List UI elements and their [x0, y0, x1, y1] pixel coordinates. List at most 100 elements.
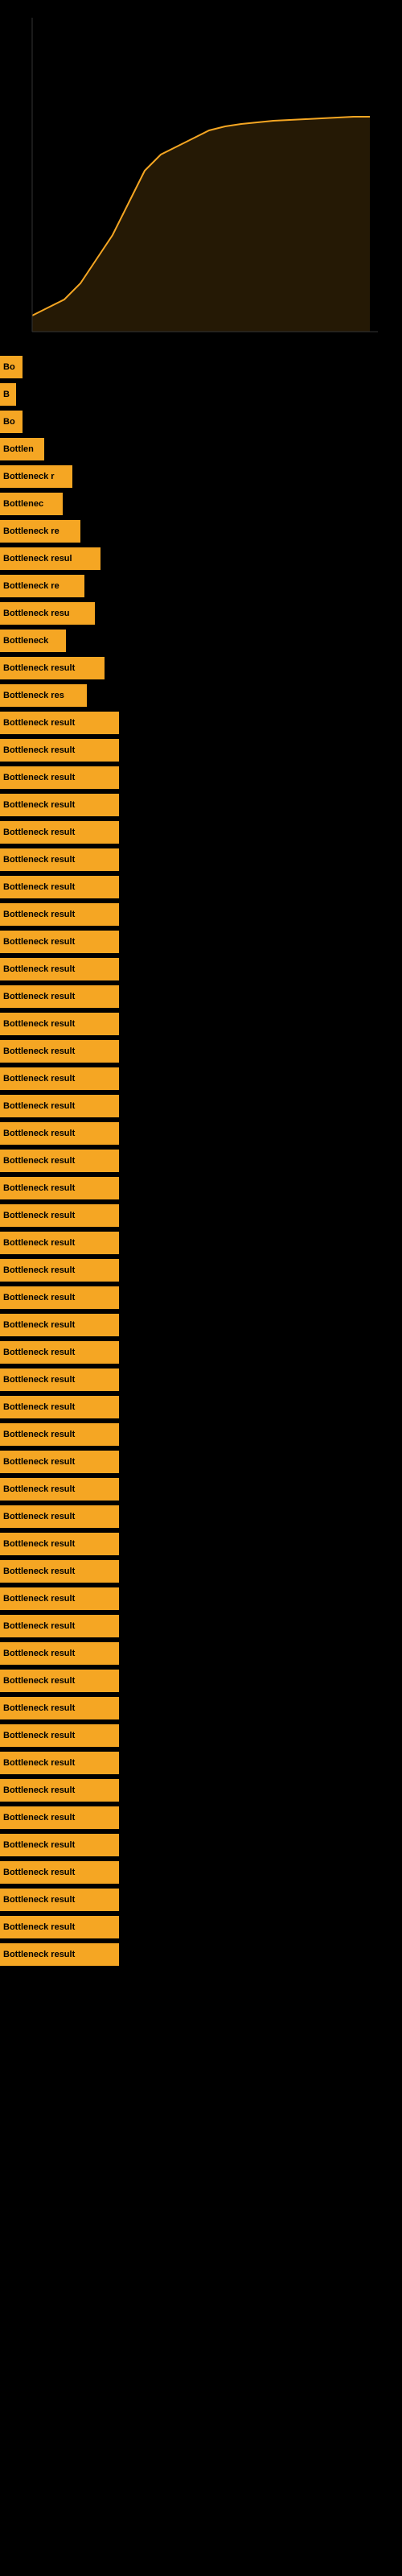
growing-bar: Bottleneck: [0, 630, 66, 652]
bottleneck-result-bar: Bottleneck result: [0, 1451, 119, 1473]
site-title: [0, 0, 402, 10]
result-bar-item: Bottleneck result: [0, 1670, 402, 1692]
growing-bar: Bottleneck res: [0, 684, 87, 707]
bottleneck-result-bar: Bottleneck result: [0, 1013, 119, 1035]
bottleneck-result-bar: Bottleneck result: [0, 985, 119, 1008]
result-bar-item: Bottleneck result: [0, 1451, 402, 1473]
growing-bar-item: Bottleneck r: [0, 465, 402, 488]
result-bar-item: Bottleneck result: [0, 1341, 402, 1364]
bottleneck-result-bar: Bottleneck result: [0, 1834, 119, 1856]
result-bar-item: Bottleneck result: [0, 1204, 402, 1227]
result-bar-item: Bottleneck result: [0, 876, 402, 898]
growing-bar-item: Bo: [0, 411, 402, 433]
growing-bar: Bottleneck re: [0, 575, 84, 597]
bottleneck-result-bar: Bottleneck result: [0, 1067, 119, 1090]
bottleneck-result-bar: Bottleneck result: [0, 1423, 119, 1446]
chart-area: [0, 10, 402, 356]
growing-bar: Bo: [0, 411, 23, 433]
page-wrapper: Bo B Bo Bottlen Bottleneck r Bottlenec Bottlen…: [0, 0, 402, 1966]
bottleneck-result-bar: Bottleneck result: [0, 1889, 119, 1911]
result-bar-item: Bottleneck result: [0, 1560, 402, 1583]
bottleneck-result-bar: Bottleneck result: [0, 1533, 119, 1555]
result-bar-item: Bottleneck result: [0, 1916, 402, 1938]
bottleneck-result-bar: Bottleneck result: [0, 1861, 119, 1884]
bottleneck-result-bar: Bottleneck result: [0, 903, 119, 926]
growing-bar-item: Bottleneck: [0, 630, 402, 652]
bottleneck-result-bar: Bottleneck result: [0, 1368, 119, 1391]
result-bar-item: Bottleneck result: [0, 1478, 402, 1501]
bottleneck-result-bar: Bottleneck result: [0, 1916, 119, 1938]
result-bar-item: Bottleneck result: [0, 1396, 402, 1418]
result-bar-item: Bottleneck result: [0, 1615, 402, 1637]
growing-bar: B: [0, 383, 16, 406]
result-bar-item: Bottleneck result: [0, 1368, 402, 1391]
bottleneck-result-bar: Bottleneck result: [0, 1122, 119, 1145]
growing-bar: Bottleneck re: [0, 520, 80, 543]
bottleneck-result-bar: Bottleneck result: [0, 821, 119, 844]
bottleneck-result-bar: Bottleneck result: [0, 1615, 119, 1637]
growing-bar-item: Bottleneck re: [0, 575, 402, 597]
result-bar-item: Bottleneck result: [0, 1752, 402, 1774]
bottleneck-result-bar: Bottleneck result: [0, 794, 119, 816]
growing-bar: Bottlen: [0, 438, 44, 460]
full-section: Bottleneck result Bottleneck result Bottle…: [0, 712, 402, 1966]
growing-bar-item: Bottleneck result: [0, 657, 402, 679]
result-bar-item: Bottleneck result: [0, 1122, 402, 1145]
result-bar-item: Bottleneck result: [0, 848, 402, 871]
growing-bar-item: Bottlen: [0, 438, 402, 460]
result-bar-item: Bottleneck result: [0, 985, 402, 1008]
growing-bar: Bottlenec: [0, 493, 63, 515]
bottleneck-result-bar: Bottleneck result: [0, 1670, 119, 1692]
growing-bar-item: Bottleneck resu: [0, 602, 402, 625]
result-bar-item: Bottleneck result: [0, 1943, 402, 1966]
result-bar-item: Bottleneck result: [0, 1505, 402, 1528]
growing-bar-item: Bottleneck resul: [0, 547, 402, 570]
chart-svg: [0, 10, 402, 348]
result-bar-item: Bottleneck result: [0, 1177, 402, 1199]
bottleneck-result-bar: Bottleneck result: [0, 1642, 119, 1665]
result-bar-item: Bottleneck result: [0, 931, 402, 953]
result-bar-item: Bottleneck result: [0, 903, 402, 926]
result-bar-item: Bottleneck result: [0, 1150, 402, 1172]
growing-bar-item: Bottleneck re: [0, 520, 402, 543]
bottleneck-result-bar: Bottleneck result: [0, 1341, 119, 1364]
result-bar-item: Bottleneck result: [0, 712, 402, 734]
result-bar-item: Bottleneck result: [0, 1724, 402, 1747]
bottleneck-result-bar: Bottleneck result: [0, 1478, 119, 1501]
bottleneck-result-bar: Bottleneck result: [0, 1752, 119, 1774]
growing-section: Bo B Bo Bottlen Bottleneck r Bottlenec Bottlen…: [0, 356, 402, 707]
bottleneck-result-bar: Bottleneck result: [0, 1779, 119, 1802]
growing-bar-item: Bottleneck res: [0, 684, 402, 707]
bottleneck-result-bar: Bottleneck result: [0, 876, 119, 898]
result-bar-item: Bottleneck result: [0, 1067, 402, 1090]
bottleneck-result-bar: Bottleneck result: [0, 1724, 119, 1747]
growing-bar: Bottleneck result: [0, 657, 105, 679]
bottleneck-result-bar: Bottleneck result: [0, 1396, 119, 1418]
result-bar-item: Bottleneck result: [0, 1232, 402, 1254]
result-bar-item: Bottleneck result: [0, 1533, 402, 1555]
result-bar-item: Bottleneck result: [0, 1806, 402, 1829]
bottleneck-result-bar: Bottleneck result: [0, 1806, 119, 1829]
bottleneck-result-bar: Bottleneck result: [0, 931, 119, 953]
result-bar-item: Bottleneck result: [0, 766, 402, 789]
bottleneck-result-bar: Bottleneck result: [0, 712, 119, 734]
bottleneck-result-bar: Bottleneck result: [0, 848, 119, 871]
bottleneck-result-bar: Bottleneck result: [0, 1505, 119, 1528]
bottleneck-result-bar: Bottleneck result: [0, 1204, 119, 1227]
bottleneck-result-bar: Bottleneck result: [0, 1150, 119, 1172]
result-bar-item: Bottleneck result: [0, 1259, 402, 1282]
result-bar-item: Bottleneck result: [0, 1697, 402, 1719]
bottleneck-result-bar: Bottleneck result: [0, 766, 119, 789]
result-bar-item: Bottleneck result: [0, 1834, 402, 1856]
result-bar-item: Bottleneck result: [0, 1314, 402, 1336]
bottleneck-result-bar: Bottleneck result: [0, 1259, 119, 1282]
bottleneck-result-bar: Bottleneck result: [0, 1587, 119, 1610]
growing-bar-item: Bo: [0, 356, 402, 378]
growing-bar-item: Bottlenec: [0, 493, 402, 515]
result-bar-item: Bottleneck result: [0, 1779, 402, 1802]
result-bar-item: Bottleneck result: [0, 1889, 402, 1911]
bottleneck-result-bar: Bottleneck result: [0, 1177, 119, 1199]
result-bar-item: Bottleneck result: [0, 1587, 402, 1610]
result-bar-item: Bottleneck result: [0, 1286, 402, 1309]
bottleneck-result-bar: Bottleneck result: [0, 1697, 119, 1719]
